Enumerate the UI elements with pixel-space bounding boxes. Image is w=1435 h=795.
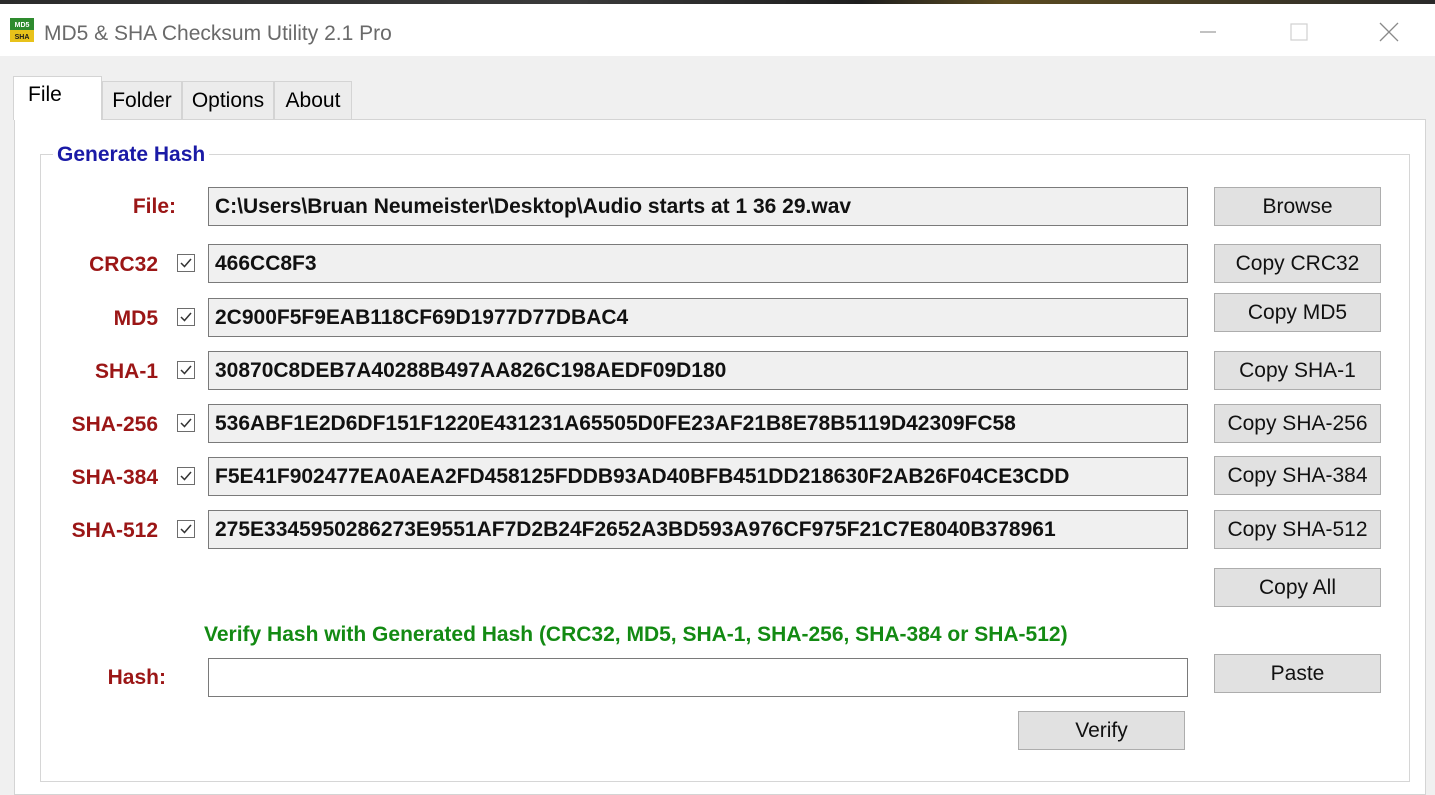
minimize-button[interactable] (1185, 12, 1231, 52)
md5-checkbox[interactable] (177, 308, 195, 326)
app-icon-label-top: MD5 (15, 22, 30, 29)
crc32-field[interactable]: 466CC8F3 (208, 244, 1188, 283)
sha256-field[interactable]: 536ABF1E2D6DF151F1220E431231A65505D0FE23… (208, 404, 1188, 443)
copy-crc32-button[interactable]: Copy CRC32 (1214, 244, 1381, 283)
check-icon (180, 471, 192, 481)
md5-field[interactable]: 2C900F5F9EAB118CF69D1977D77DBAC4 (208, 298, 1188, 337)
hash-input[interactable] (208, 658, 1188, 697)
verify-instructions: Verify Hash with Generated Hash (CRC32, … (204, 623, 1068, 646)
copy-sha256-button[interactable]: Copy SHA-256 (1214, 404, 1381, 443)
tab-about[interactable]: About (274, 81, 352, 119)
sha512-field[interactable]: 275E3345950286273E9551AF7D2B24F2652A3BD5… (208, 510, 1188, 549)
check-icon (180, 418, 192, 428)
verify-button[interactable]: Verify (1018, 711, 1185, 750)
sha1-checkbox[interactable] (177, 361, 195, 379)
sha256-checkbox[interactable] (177, 414, 195, 432)
sha384-field[interactable]: F5E41F902477EA0AEA2FD458125FDDB93AD40BFB… (208, 457, 1188, 496)
copy-sha512-button[interactable]: Copy SHA-512 (1214, 510, 1381, 549)
generate-hash-group: Generate Hash File: C:\Users\Bruan Neume… (40, 143, 1410, 782)
client-area: File Folder Options About Generate Hash … (0, 56, 1435, 795)
paste-button[interactable]: Paste (1214, 654, 1381, 693)
tab-folder[interactable]: Folder (102, 81, 182, 119)
md5-label: MD5 (113, 307, 158, 330)
maximize-button[interactable] (1276, 12, 1322, 52)
sha512-checkbox[interactable] (177, 520, 195, 538)
file-path-field[interactable]: C:\Users\Bruan Neumeister\Desktop\Audio … (208, 187, 1188, 226)
browse-button[interactable]: Browse (1214, 187, 1381, 226)
tab-options[interactable]: Options (182, 81, 274, 119)
crc32-checkbox[interactable] (177, 254, 195, 272)
sha512-label: SHA-512 (71, 519, 158, 542)
file-tab-panel: Generate Hash File: C:\Users\Bruan Neume… (14, 119, 1426, 795)
crc32-label: CRC32 (89, 253, 158, 276)
check-icon (180, 312, 192, 322)
sha256-label: SHA-256 (71, 413, 158, 436)
sha384-checkbox[interactable] (177, 467, 195, 485)
check-icon (180, 258, 192, 268)
check-icon (180, 365, 192, 375)
check-icon (180, 524, 192, 534)
file-label: File: (132, 195, 176, 218)
copy-all-button[interactable]: Copy All (1214, 568, 1381, 607)
window-title: MD5 & SHA Checksum Utility 2.1 Pro (44, 22, 392, 45)
hash-label: Hash: (107, 666, 166, 689)
title-bar: MD5 SHA MD5 & SHA Checksum Utility 2.1 P… (0, 4, 1435, 56)
copy-md5-button[interactable]: Copy MD5 (1214, 293, 1381, 332)
close-icon (1379, 22, 1399, 42)
copy-sha384-button[interactable]: Copy SHA-384 (1214, 456, 1381, 495)
close-button[interactable] (1366, 12, 1412, 52)
sha384-label: SHA-384 (71, 466, 158, 489)
sha1-field[interactable]: 30870C8DEB7A40288B497AA826C198AEDF09D180 (208, 351, 1188, 390)
minimize-icon (1200, 31, 1216, 33)
tab-file[interactable]: File (13, 76, 102, 120)
group-title: Generate Hash (53, 143, 210, 167)
maximize-icon (1290, 23, 1308, 41)
sha1-label: SHA-1 (94, 360, 158, 383)
app-icon: MD5 SHA (10, 18, 34, 42)
app-icon-label-bottom: SHA (15, 34, 30, 41)
copy-sha1-button[interactable]: Copy SHA-1 (1214, 351, 1381, 390)
